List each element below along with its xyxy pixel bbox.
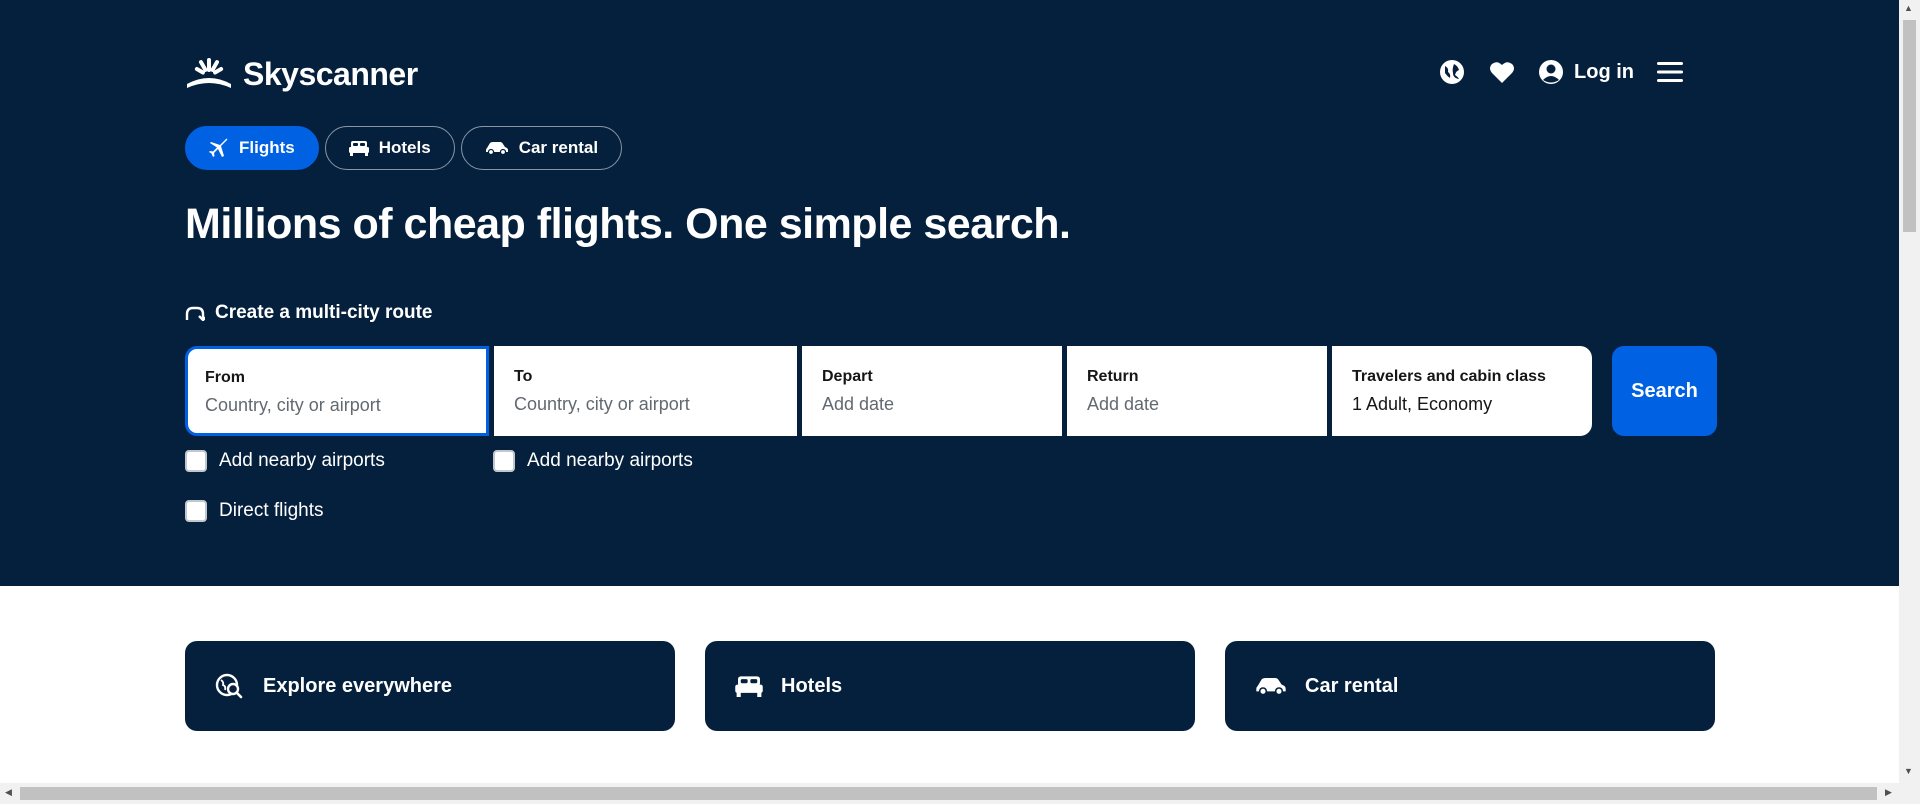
from-label: From	[205, 369, 245, 386]
tab-label: Car rental	[518, 138, 599, 157]
scroll-right-arrow-icon[interactable]: ▶	[1885, 787, 1892, 798]
from-field[interactable]: From Country, city or airport	[185, 346, 489, 436]
return-field[interactable]: Return Add date	[1067, 346, 1327, 436]
from-input[interactable]: Country, city or airport	[205, 395, 381, 415]
to-nearby-checkbox[interactable]: Add nearby airports	[493, 450, 693, 472]
tab-car-rental[interactable]: Car rental	[460, 126, 623, 170]
flight-search-form: From Country, city or airport To Country…	[185, 346, 1717, 436]
search-button[interactable]: Search	[1612, 346, 1717, 436]
tab-hotels[interactable]: Hotels	[324, 126, 455, 170]
travelers-field[interactable]: Travelers and cabin class 1 Adult, Econo…	[1332, 346, 1592, 436]
car-icon	[485, 142, 508, 155]
scroll-left-arrow-icon[interactable]: ◀	[5, 787, 12, 798]
explore-everywhere-card[interactable]: Explore everywhere	[185, 641, 675, 731]
card-label: Explore everywhere	[263, 674, 452, 697]
heart-icon[interactable]	[1488, 58, 1516, 86]
horizontal-scrollbar[interactable]: ◀ ▶	[0, 783, 1899, 804]
travelers-value[interactable]: 1 Adult, Economy	[1352, 394, 1492, 414]
to-label: To	[514, 368, 533, 385]
vertical-scrollbar[interactable]: ▲ ▼	[1899, 0, 1920, 804]
scroll-up-arrow-icon[interactable]: ▲	[1904, 3, 1913, 13]
brand-name: Skyscanner	[243, 56, 418, 92]
return-label: Return	[1087, 368, 1139, 385]
card-label: Hotels	[781, 674, 843, 697]
checkbox-box[interactable]	[493, 450, 515, 472]
depart-field[interactable]: Depart Add date	[802, 346, 1062, 436]
to-input[interactable]: Country, city or airport	[514, 394, 690, 414]
to-field[interactable]: To Country, city or airport	[494, 346, 797, 436]
product-tabs: Flights Hotels Car rental	[185, 126, 623, 170]
depart-label: Depart	[822, 368, 873, 385]
multi-city-route-icon	[185, 306, 205, 321]
globe-icon[interactable]	[1438, 58, 1466, 86]
checkbox-label: Add nearby airports	[219, 450, 385, 471]
page-title: Millions of cheap flights. One simple se…	[185, 200, 1071, 248]
quick-links: Explore everywhere Hotels Car rental	[185, 641, 1715, 731]
from-nearby-checkbox[interactable]: Add nearby airports	[185, 450, 385, 472]
hotels-card[interactable]: Hotels	[705, 641, 1195, 731]
sunrise-logo-icon	[187, 57, 231, 88]
checkbox-label: Add nearby airports	[527, 450, 693, 471]
vertical-scrollbar-thumb[interactable]	[1903, 20, 1916, 232]
explore-icon	[215, 673, 243, 699]
plane-icon	[209, 138, 228, 157]
horizontal-scrollbar-thumb[interactable]	[20, 787, 1877, 800]
car-icon	[1256, 678, 1286, 696]
user-icon	[1539, 60, 1564, 84]
car-rental-card[interactable]: Car rental	[1225, 641, 1715, 731]
multi-city-link[interactable]: Create a multi-city route	[185, 302, 433, 324]
tab-label: Flights	[239, 138, 295, 157]
login-button[interactable]: Log in	[1538, 59, 1634, 85]
checkbox-label: Direct flights	[219, 500, 324, 521]
depart-input[interactable]: Add date	[822, 394, 894, 414]
return-input[interactable]: Add date	[1087, 394, 1159, 414]
card-label: Car rental	[1305, 674, 1399, 697]
bed-icon	[348, 141, 369, 156]
checkbox-box[interactable]	[185, 450, 207, 472]
checkbox-box[interactable]	[185, 500, 207, 522]
tab-flights[interactable]: Flights	[185, 126, 319, 170]
top-actions: Log in	[1438, 58, 1684, 86]
hero-section: Skyscanner Log in Flights Hotels Car ren…	[0, 0, 1899, 586]
travelers-label: Travelers and cabin class	[1352, 368, 1546, 385]
menu-icon[interactable]	[1656, 58, 1684, 86]
login-label: Log in	[1574, 60, 1634, 83]
logo[interactable]: Skyscanner	[185, 56, 418, 93]
tab-label: Hotels	[378, 138, 431, 157]
multi-city-label: Create a multi-city route	[215, 302, 433, 323]
direct-flights-checkbox[interactable]: Direct flights	[185, 500, 324, 522]
scroll-down-arrow-icon[interactable]: ▼	[1904, 766, 1913, 776]
bed-icon	[735, 676, 763, 697]
